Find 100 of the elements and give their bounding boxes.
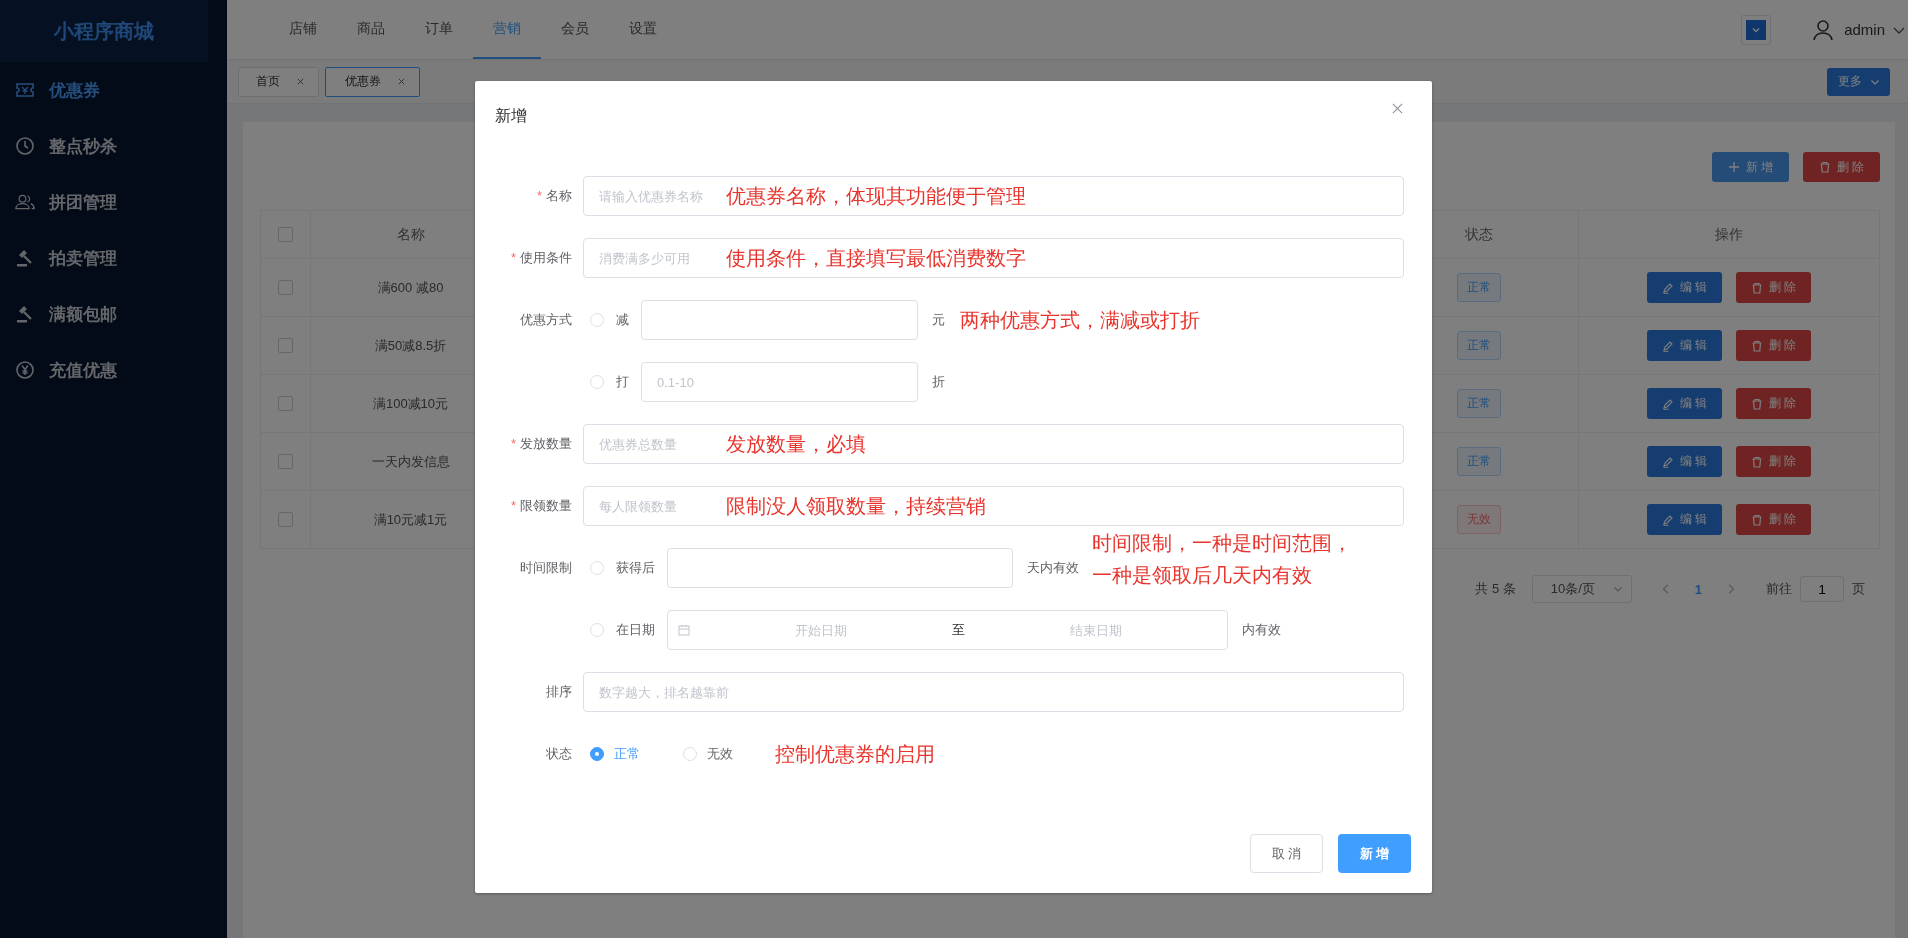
checkbox[interactable] xyxy=(278,454,293,469)
nav-tab[interactable]: 会员 xyxy=(541,0,609,59)
app-logo-text: 小程序商城 xyxy=(54,18,154,44)
annotation-text: 控制优惠券的启用 xyxy=(775,742,935,767)
range-separator: 至 xyxy=(952,621,965,639)
table-cell: 满100减10元 xyxy=(372,394,449,413)
total-count: 共 5 条 xyxy=(1475,580,1516,598)
goto-label: 前往 xyxy=(1766,580,1792,598)
page-tab[interactable]: 首页 xyxy=(238,66,319,97)
form-label: * 限领数量 xyxy=(510,497,572,515)
radio-option[interactable]: 减 xyxy=(590,311,629,329)
checkbox[interactable] xyxy=(278,280,293,295)
sidebar-item[interactable]: 拍卖管理 xyxy=(0,230,227,286)
checkbox[interactable] xyxy=(278,338,293,353)
column-header: 操作 xyxy=(1715,225,1743,244)
pencil-icon xyxy=(1661,455,1674,468)
unit-label: 内有效 xyxy=(1242,621,1281,639)
edit-button[interactable]: 编 辑 xyxy=(1647,446,1722,477)
chevron-down-icon xyxy=(1746,19,1767,40)
column-header: 名称 xyxy=(396,225,425,244)
annotation-text: 发放数量，必填 xyxy=(726,432,866,457)
calendar-icon xyxy=(678,624,690,636)
page-size-select[interactable]: 10条/页 xyxy=(1531,575,1632,603)
unit-label: 元 xyxy=(932,311,945,329)
annotation-text: 时间限制，一种是时间范围， 一种是领取后几天内有效 xyxy=(1092,531,1352,588)
table-cell: 满50减8.5折 xyxy=(374,336,447,355)
submit-button[interactable]: 新 增 xyxy=(1338,834,1411,873)
nav-tab[interactable]: 店铺 xyxy=(269,0,337,59)
input-field[interactable] xyxy=(667,548,1013,588)
yen-circle-icon xyxy=(15,360,35,380)
trash-icon xyxy=(1750,339,1763,352)
trash-icon xyxy=(1750,397,1763,410)
radio-option[interactable]: 正常 xyxy=(590,745,640,763)
form-label: 状态 xyxy=(546,745,572,763)
cancel-button[interactable]: 取 消 xyxy=(1250,834,1323,873)
user-icon[interactable] xyxy=(1811,17,1836,42)
close-icon[interactable] xyxy=(397,77,406,86)
edit-button[interactable]: 编 辑 xyxy=(1647,388,1722,419)
sidebar-item[interactable]: 充值优惠 xyxy=(0,342,227,398)
end-date-input[interactable]: 结束日期 xyxy=(965,621,1227,639)
edit-button[interactable]: 编 辑 xyxy=(1647,330,1722,361)
annotation-text: 使用条件，直接填写最低消费数字 xyxy=(726,246,1026,271)
unit-label: 天内有效 xyxy=(1027,559,1079,577)
sidebar-item[interactable]: 整点秒杀 xyxy=(0,118,227,174)
annotation-text: 限制没人领取数量，持续营销 xyxy=(726,494,986,519)
start-date-input[interactable]: 开始日期 xyxy=(690,621,952,639)
trash-icon xyxy=(1818,161,1831,173)
delete-button[interactable]: 删 除 xyxy=(1736,446,1811,477)
table-cell: 满600 减80 xyxy=(377,278,444,297)
plus-icon xyxy=(1727,161,1740,173)
delete-button[interactable]: 删 除 xyxy=(1736,388,1811,419)
delete-button[interactable]: 删 除 xyxy=(1736,330,1811,361)
radio-option[interactable]: 获得后 xyxy=(590,559,655,577)
nav-tab[interactable]: 商品 xyxy=(337,0,405,59)
input-field[interactable] xyxy=(641,300,918,340)
status-tag: 正常 xyxy=(1456,331,1501,360)
close-icon[interactable] xyxy=(1391,101,1404,115)
trash-icon xyxy=(1750,513,1763,526)
nav-tab[interactable]: 订单 xyxy=(405,0,473,59)
user-name[interactable]: admin xyxy=(1844,21,1885,38)
delete-button[interactable]: 删 除 xyxy=(1803,152,1880,182)
column-header: 状态 xyxy=(1464,225,1493,244)
status-tag: 无效 xyxy=(1456,505,1501,534)
sidebar-item[interactable]: 拼团管理 xyxy=(0,174,227,230)
dialog-title: 新增 xyxy=(495,105,527,126)
form-label: 排序 xyxy=(546,683,572,701)
page-input[interactable]: 1 xyxy=(1800,576,1844,602)
table-cell: 满10元减1元 xyxy=(373,510,448,529)
edit-button[interactable]: 编 辑 xyxy=(1647,504,1722,535)
annotation-text: 优惠券名称，体现其功能便于管理 xyxy=(726,184,1026,209)
radio-option[interactable]: 无效 xyxy=(683,745,733,763)
input-field[interactable]: 数字越大，排名越靠前 xyxy=(583,672,1404,712)
sidebar-item[interactable]: 优惠券 xyxy=(0,62,227,118)
sidebar-item[interactable]: 满额包邮 xyxy=(0,286,227,342)
checkbox[interactable] xyxy=(278,396,293,411)
checkbox[interactable] xyxy=(278,512,293,527)
page-tab[interactable]: 优惠券 xyxy=(325,66,420,97)
dropdown-button[interactable] xyxy=(1741,14,1772,45)
delete-button[interactable]: 删 除 xyxy=(1736,272,1811,303)
pencil-icon xyxy=(1661,513,1674,526)
delete-button[interactable]: 删 除 xyxy=(1736,504,1811,535)
edit-button[interactable]: 编 辑 xyxy=(1647,272,1722,303)
trash-icon xyxy=(1750,281,1763,294)
form-label: 时间限制 xyxy=(520,559,572,577)
more-button[interactable]: 更多 xyxy=(1827,67,1890,96)
nav-tab[interactable]: 设置 xyxy=(609,0,677,59)
checkbox[interactable] xyxy=(278,227,293,242)
input-field[interactable]: 0.1-10 xyxy=(641,362,918,402)
close-icon[interactable] xyxy=(296,77,305,86)
ticket-icon xyxy=(15,80,35,100)
status-tag: 正常 xyxy=(1456,447,1501,476)
clock-icon xyxy=(15,136,35,156)
pencil-icon xyxy=(1661,339,1674,352)
radio-option[interactable]: 在日期 xyxy=(590,621,655,639)
form-label: 优惠方式 xyxy=(520,311,572,329)
add-button[interactable]: 新 增 xyxy=(1712,152,1789,182)
page-number[interactable]: 1 xyxy=(1684,581,1712,597)
people-icon xyxy=(15,192,35,212)
radio-option[interactable]: 打 xyxy=(590,373,629,391)
status-tag: 正常 xyxy=(1456,389,1501,418)
